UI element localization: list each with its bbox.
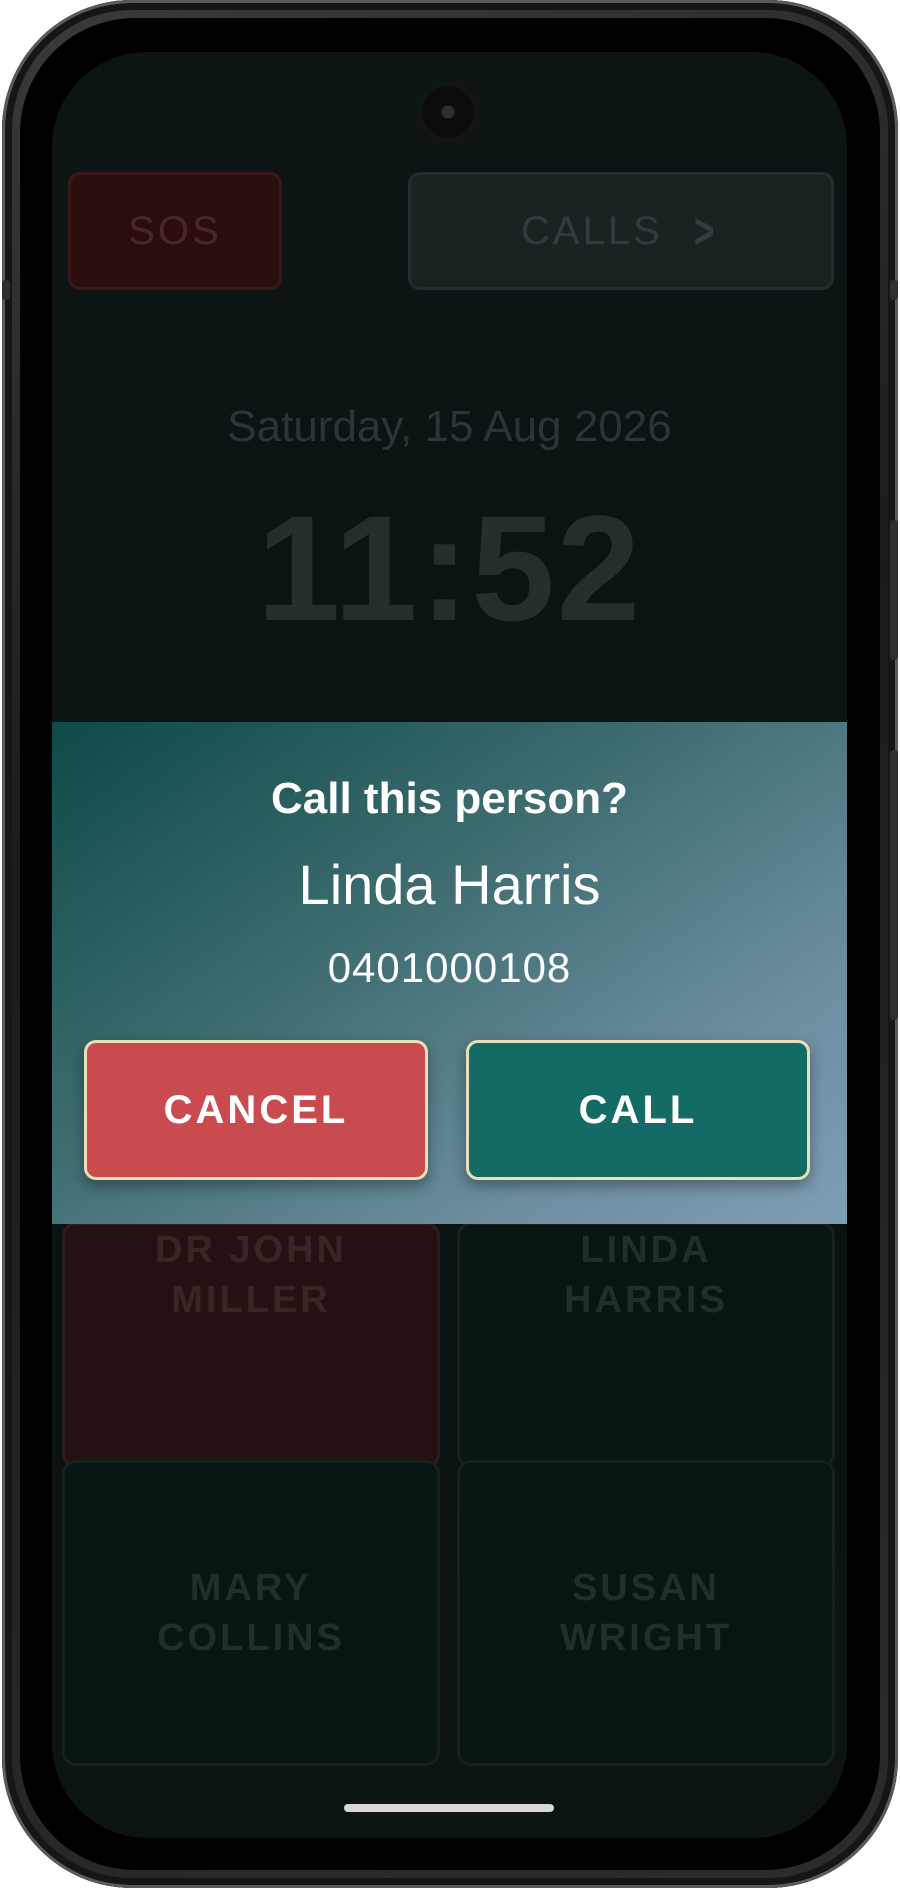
chevron-right-icon: > (693, 203, 717, 259)
volume-down-button (890, 750, 898, 1020)
dialog-title: Call this person? (271, 774, 628, 823)
power-button (2, 280, 10, 300)
sos-button[interactable]: SOS (68, 172, 282, 290)
contact-tile-label: MARY COLLINS (157, 1567, 345, 1659)
side-notch-button (890, 280, 898, 300)
phone-number: 0401000108 (327, 944, 572, 991)
home-indicator[interactable] (344, 1804, 554, 1812)
call-confirm-dialog: Call this person? Linda Harris 040100010… (52, 722, 847, 1224)
cancel-label: CANCEL (163, 1087, 349, 1132)
call-label: CALL (578, 1087, 698, 1132)
contact-tile-dr-john-miller[interactable]: DR JOHN MILLER (62, 1222, 440, 1468)
contact-tile-label: LINDA HARRIS (564, 1229, 728, 1321)
cancel-button[interactable]: CANCEL (84, 1040, 428, 1180)
contact-name: Linda Harris (298, 853, 601, 916)
call-button[interactable]: CALL (466, 1040, 810, 1180)
volume-up-button (890, 520, 898, 660)
contact-tile-mary-collins[interactable]: MARY COLLINS (62, 1460, 440, 1766)
date-display: Saturday, 15 Aug 2026 (227, 402, 672, 451)
phone-frame: SOS CALLS > Saturday, 15 Aug 2026 11:52 … (2, 0, 898, 1888)
contact-tile-label: DR JOHN MILLER (154, 1229, 348, 1321)
phone-screen: SOS CALLS > Saturday, 15 Aug 2026 11:52 … (52, 52, 847, 1838)
calls-button[interactable]: CALLS > (408, 172, 834, 290)
contact-tile-susan-wright[interactable]: SUSAN WRIGHT (457, 1460, 835, 1766)
sos-label: SOS (128, 208, 222, 253)
clock-display: 11:52 (256, 484, 643, 652)
contact-tile-linda-harris[interactable]: LINDA HARRIS (457, 1222, 835, 1468)
calls-label: CALLS (521, 208, 663, 253)
contact-tile-label: SUSAN WRIGHT (559, 1567, 733, 1659)
front-camera-icon (422, 86, 474, 138)
